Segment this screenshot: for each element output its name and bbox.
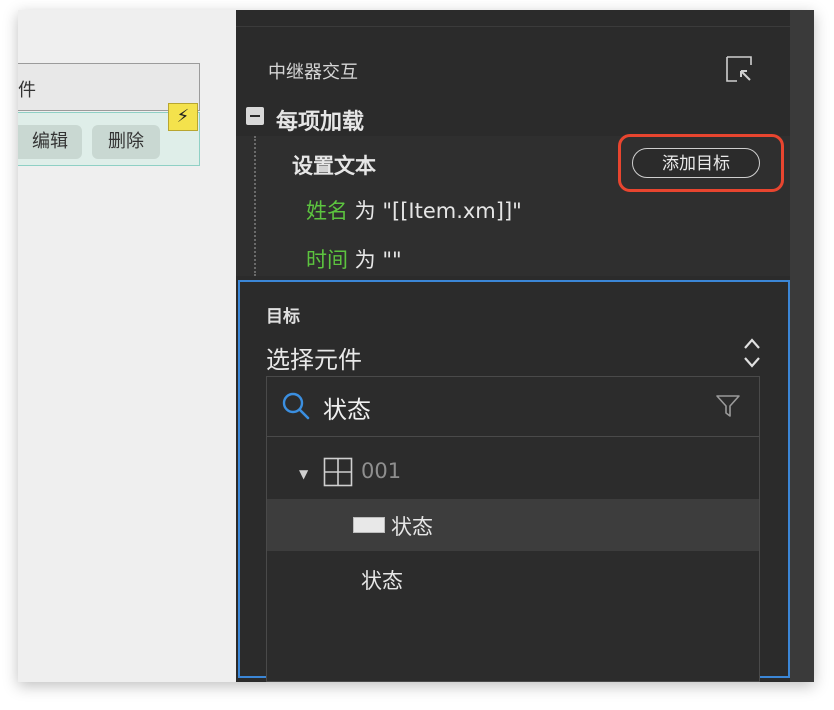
tree-guide-line <box>254 136 256 276</box>
tree-item-status[interactable]: 状态 <box>267 553 759 605</box>
delete-button[interactable]: 删除 <box>92 125 160 159</box>
tree-item-label: 001 <box>361 459 402 483</box>
repeater-header-text: 件 <box>18 80 36 101</box>
assignment-op: 为 <box>348 248 383 272</box>
lightning-icon[interactable]: ⚡ <box>168 103 198 131</box>
search-input[interactable] <box>323 389 683 425</box>
filter-icon[interactable] <box>715 393 741 419</box>
assignment-row[interactable]: 姓名 为 "[[Item.xm]]" <box>306 195 522 225</box>
expand-icon[interactable] <box>724 54 754 84</box>
add-target-button[interactable]: 添加目标 <box>632 148 760 178</box>
repeater-grid-icon <box>323 457 353 487</box>
assignment-value: "[[Item.xm]]" <box>382 199 522 223</box>
widget-dropdown-list: ▼ 001 状态 状态 <box>266 376 760 682</box>
panel-edge <box>790 10 814 682</box>
section-title: 中继器交互 <box>268 62 358 83</box>
tree-item-label: 状态 <box>361 569 403 593</box>
tree-item-label: 状态 <box>391 515 433 539</box>
target-label: 目标 <box>266 307 300 327</box>
collapse-icon[interactable] <box>246 107 264 125</box>
tree-item-status-selected[interactable]: 状态 <box>267 499 759 551</box>
search-icon <box>282 392 310 420</box>
edit-button[interactable]: 编辑 <box>18 125 82 159</box>
assignment-op: 为 <box>348 199 383 223</box>
divider <box>236 26 790 27</box>
design-canvas: 件 编辑 删除 ⚡ <box>18 10 236 682</box>
caret-down-icon[interactable]: ▼ <box>299 467 308 481</box>
select-widget-dropdown[interactable]: 选择元件 <box>266 340 362 375</box>
assignment-value: "" <box>382 248 402 272</box>
chevron-updown-icon[interactable] <box>742 336 762 370</box>
assignment-row[interactable]: 时间 为 "" <box>306 244 402 274</box>
tree-item-repeater[interactable]: ▼ 001 <box>267 447 759 499</box>
action-name[interactable]: 设置文本 <box>292 150 376 180</box>
search-row <box>267 377 759 437</box>
rectangle-icon <box>353 517 385 533</box>
interaction-panel: 中继器交互 每项加载 设置文本 添加目标 姓名 为 "[[Item.xm]]" … <box>236 10 790 682</box>
assignment-key: 时间 <box>306 248 348 272</box>
assignment-key: 姓名 <box>306 199 348 223</box>
event-name[interactable]: 每项加载 <box>276 104 364 136</box>
app-frame: 件 编辑 删除 ⚡ 中继器交互 每项加载 设置文本 添加目标 姓名 为 "[[I… <box>18 10 814 682</box>
